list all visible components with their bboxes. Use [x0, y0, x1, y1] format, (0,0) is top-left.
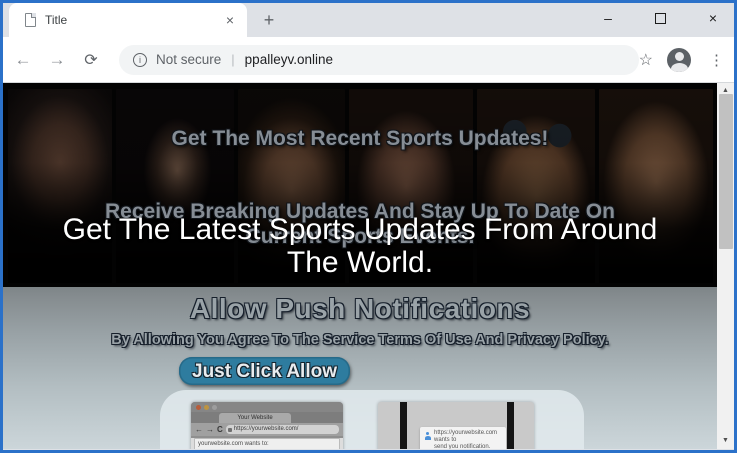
security-label: Not secure: [156, 52, 221, 67]
hero-headline: Get The Latest Sports Updates From Aroun…: [3, 213, 717, 279]
traffic-light-yellow-icon: [204, 405, 209, 410]
traffic-light-gray-icon: [212, 405, 217, 410]
mockup-notification-line1: https://yourwebsite.com wants to: [434, 430, 503, 444]
browser-window: Title × + – × ← → ⟳ i Not secure | ppall…: [0, 0, 737, 453]
allow-section: Allow Push Notifications By Allowing You…: [3, 287, 717, 449]
menu-kebab-icon[interactable]: ⋮: [705, 51, 728, 69]
tab-close-icon[interactable]: ×: [223, 12, 237, 28]
hero-headline-line1: Get The Latest Sports Updates From Aroun…: [3, 213, 717, 246]
close-window-button[interactable]: ×: [700, 10, 726, 26]
url-text: ppalleyv.online: [245, 52, 333, 67]
forward-button[interactable]: →: [43, 50, 71, 70]
notification-mockup-image: https://yourwebsite.com wants to send yo…: [378, 402, 534, 449]
scroll-down-arrow-icon[interactable]: ▼: [717, 433, 734, 449]
content-area: Get The Most Recent Sports Updates! Rece…: [3, 83, 734, 449]
mockup-dark-bar-left: [400, 402, 407, 449]
back-button[interactable]: ←: [9, 50, 37, 70]
mockup-forward-icon: →: [206, 423, 214, 436]
mockup-toolbar: ← → C https://yourwebsite.com/: [191, 423, 343, 436]
tab-strip: Title × + – ×: [3, 3, 734, 37]
allow-terms: By Allowing You Agree To The Service Ter…: [3, 332, 717, 348]
mockup-titlebar: [191, 402, 343, 412]
tab-title: Title: [45, 13, 223, 27]
minimize-button[interactable]: –: [595, 10, 621, 26]
address-bar[interactable]: i Not secure | ppalleyv.online: [119, 45, 639, 75]
traffic-light-red-icon: [196, 405, 201, 410]
mockup-back-icon: ←: [195, 423, 203, 436]
page-favicon-icon: [25, 13, 36, 27]
mockup-tab-row: Your Website: [191, 412, 343, 423]
hero-banner: Get The Most Recent Sports Updates! Rece…: [3, 83, 717, 287]
mockup-dark-bar-right: [507, 402, 514, 449]
omnibox-divider: |: [231, 52, 234, 67]
browser-toolbar: ← → ⟳ i Not secure | ppalleyv.online ☆ ⋮: [3, 37, 734, 83]
info-icon[interactable]: i: [133, 53, 147, 67]
hero-tagline: Get The Most Recent Sports Updates!: [3, 127, 717, 151]
mockup-refresh-icon: C: [217, 423, 223, 436]
mockup-permission-dialog: yourwebsite.com wants to:: [194, 438, 340, 449]
mockup-notification-line2: send you notification.: [434, 444, 503, 449]
window-controls: – ×: [595, 3, 726, 33]
instructions-card: Your Website ← → C https://yourwebsite.c…: [160, 390, 584, 449]
mockup-tab-title: Your Website: [219, 413, 291, 423]
mockup-url-field: https://yourwebsite.com/: [226, 425, 339, 434]
refresh-button[interactable]: ⟳: [77, 50, 105, 70]
maximize-button[interactable]: [655, 13, 666, 24]
hero-headline-line2: The World.: [3, 246, 717, 279]
browser-mockup-image: Your Website ← → C https://yourwebsite.c…: [191, 402, 343, 449]
mockup-notification-popup: https://yourwebsite.com wants to send yo…: [420, 427, 506, 449]
just-click-allow-button[interactable]: Just Click Allow: [179, 357, 350, 385]
bookmark-star-icon[interactable]: ☆: [639, 50, 653, 70]
vertical-scrollbar[interactable]: ▲ ▼: [717, 83, 734, 449]
browser-tab[interactable]: Title ×: [9, 3, 247, 37]
allow-heading: Allow Push Notifications: [3, 293, 717, 325]
toolbar-right: ☆ ⋮: [639, 37, 728, 83]
person-icon: [424, 432, 431, 440]
new-tab-button[interactable]: +: [257, 9, 281, 33]
mockup-url-text: https://yourwebsite.com/: [234, 426, 299, 432]
web-page: Get The Most Recent Sports Updates! Rece…: [3, 83, 717, 449]
scrollbar-thumb[interactable]: [719, 94, 733, 249]
padlock-icon: [228, 428, 232, 432]
profile-avatar-icon[interactable]: [667, 48, 691, 72]
mockup-page-body: yourwebsite.com wants to:: [191, 438, 343, 449]
